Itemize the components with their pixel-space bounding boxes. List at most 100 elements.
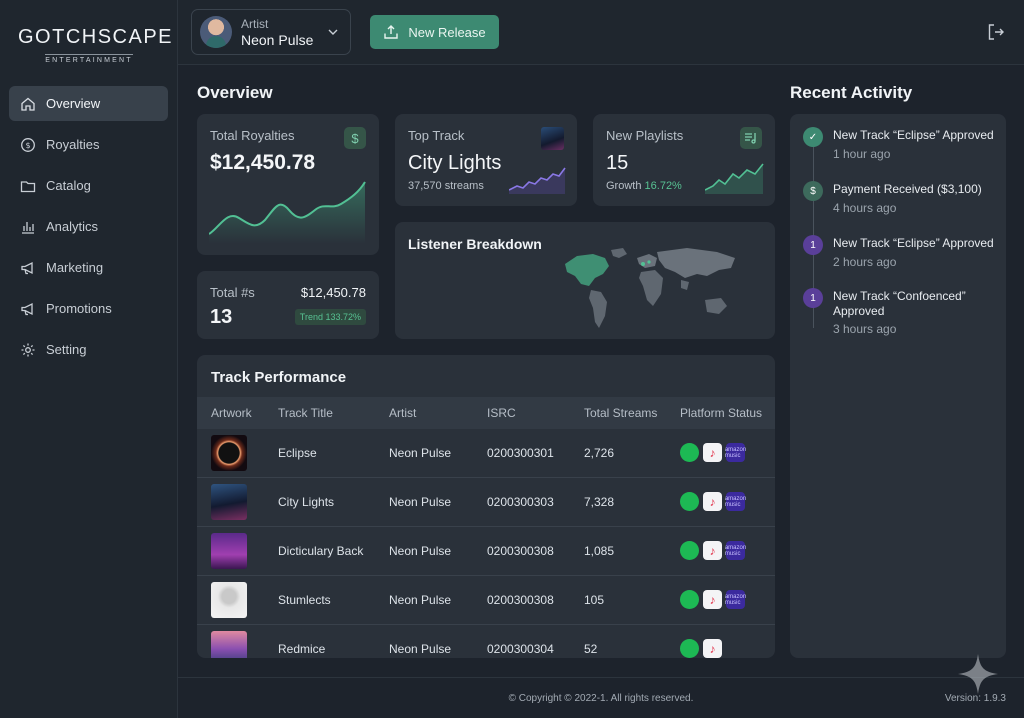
- track-artwork: [211, 484, 247, 520]
- track-title: Redmice: [278, 642, 326, 656]
- brand-logo[interactable]: GOTCHSCAPE ENTERTAINMENT: [18, 26, 174, 67]
- growth-row: Growth 16.72%: [606, 180, 682, 192]
- new-playlists-value: 15: [606, 152, 629, 174]
- track-artwork: [211, 533, 247, 569]
- upload-icon: [384, 25, 399, 39]
- spotify-icon[interactable]: [680, 541, 699, 560]
- sidebar: GOTCHSCAPE ENTERTAINMENT Overview $ Roya…: [0, 0, 178, 718]
- total-royalties-value: $12,450.78: [210, 151, 316, 174]
- column-header[interactable]: Platform Status: [680, 406, 762, 420]
- track-title: Stumlects: [278, 593, 331, 607]
- track-streams: 105: [584, 593, 605, 607]
- amazon-music-icon[interactable]: amazon music: [725, 590, 746, 609]
- spotify-icon[interactable]: [680, 492, 699, 511]
- copyright-text: © Copyright © 2022-1. All rights reserve…: [508, 693, 694, 704]
- artist-selector[interactable]: Artist Neon Pulse: [191, 9, 351, 55]
- spotify-icon[interactable]: [680, 443, 699, 462]
- track-artwork: [211, 631, 247, 658]
- spotify-icon[interactable]: [680, 590, 699, 609]
- apple-music-icon[interactable]: ♪: [703, 541, 722, 560]
- sidebar-item-marketing[interactable]: Marketing: [9, 250, 168, 285]
- activity-time: 2 hours ago: [833, 255, 897, 269]
- home-icon: [20, 96, 36, 112]
- total-count-card[interactable]: Total #s 13 $12,450.78 Trend 133.72%: [197, 271, 379, 339]
- apple-music-icon[interactable]: ♪: [703, 492, 722, 511]
- dollar-circle-icon: $: [20, 137, 36, 153]
- check-icon: ✓: [803, 127, 823, 147]
- top-track-streams: 37,570 streams: [408, 180, 484, 192]
- apple-music-icon[interactable]: ♪: [703, 443, 722, 462]
- listener-breakdown-card[interactable]: Listener Breakdown: [395, 222, 775, 339]
- svg-text:$: $: [25, 141, 30, 150]
- track-artwork: [211, 435, 247, 471]
- top-bar: Artist Neon Pulse New Release: [178, 0, 1024, 65]
- royalties-sparkline: [209, 181, 366, 244]
- activity-time: 3 hours ago: [833, 322, 897, 336]
- sidebar-item-overview[interactable]: Overview: [9, 86, 168, 121]
- table-row[interactable]: Eclipse Neon Pulse 0200300301 2,726 ♪ am…: [197, 429, 775, 478]
- total-count-value: 13: [210, 306, 233, 328]
- dollar-icon: $: [803, 181, 823, 201]
- track-title: Eclipse: [278, 446, 317, 460]
- brand-name: GOTCHSCAPE: [18, 26, 174, 48]
- logout-icon[interactable]: [986, 22, 1006, 42]
- apple-music-icon[interactable]: ♪: [703, 639, 722, 658]
- total-count-label: Total #s: [210, 285, 255, 300]
- top-track-sparkline: [509, 167, 566, 194]
- sidebar-item-label: Catalog: [46, 178, 91, 193]
- track-performance-title: Track Performance: [211, 369, 347, 386]
- bar-chart-icon: [20, 219, 36, 235]
- trend-badge: Trend 133.72%: [294, 309, 366, 325]
- track-artist: Neon Pulse: [389, 446, 452, 460]
- artist-name: Neon Pulse: [241, 31, 314, 48]
- table-row[interactable]: Stumlects Neon Pulse 0200300308 105 ♪ am…: [197, 576, 775, 625]
- table-row[interactable]: Redmice Neon Pulse 0200300304 52 ♪: [197, 625, 775, 658]
- total-count-amount: $12,450.78: [300, 285, 366, 300]
- spotify-icon[interactable]: [680, 639, 699, 658]
- top-track-label: Top Track: [408, 128, 465, 143]
- column-header[interactable]: Artist: [389, 406, 416, 420]
- amazon-music-icon[interactable]: amazon music: [725, 492, 746, 511]
- track-isrc: 0200300308: [487, 544, 554, 558]
- track-streams: 2,726: [584, 446, 615, 460]
- table-row[interactable]: City Lights Neon Pulse 0200300303 7,328 …: [197, 478, 775, 527]
- sidebar-item-setting[interactable]: Setting: [9, 332, 168, 367]
- activity-text: Payment Received ($3,100): [833, 182, 982, 196]
- dollar-icon: $: [344, 127, 366, 149]
- activity-time: 4 hours ago: [833, 201, 897, 215]
- folder-icon: [20, 178, 36, 194]
- amazon-music-icon[interactable]: amazon music: [725, 443, 746, 462]
- column-header[interactable]: Track Title: [278, 406, 333, 420]
- sidebar-item-royalties[interactable]: $ Royalties: [9, 127, 168, 162]
- sidebar-item-promotions[interactable]: Promotions: [9, 291, 168, 326]
- column-header[interactable]: Total Streams: [584, 406, 657, 420]
- world-map: [565, 248, 735, 328]
- growth-value: 16.72%: [644, 180, 682, 192]
- sidebar-item-analytics[interactable]: Analytics: [9, 209, 168, 244]
- new-playlists-label: New Playlists: [606, 128, 684, 143]
- top-track-value: City Lights: [408, 152, 502, 174]
- track-artist: Neon Pulse: [389, 642, 452, 656]
- top-track-card[interactable]: Top Track City Lights 37,570 streams: [395, 114, 577, 206]
- sidebar-item-catalog[interactable]: Catalog: [9, 168, 168, 203]
- column-header[interactable]: Artwork: [211, 406, 252, 420]
- apple-music-icon[interactable]: ♪: [703, 590, 722, 609]
- table-row[interactable]: Dicticulary Back Neon Pulse 0200300308 1…: [197, 527, 775, 576]
- top-track-artwork: [541, 127, 564, 150]
- new-release-button[interactable]: New Release: [370, 15, 499, 49]
- artist-label: Artist: [241, 16, 269, 31]
- total-royalties-label: Total Royalties: [210, 128, 295, 143]
- track-streams: 1,085: [584, 544, 615, 558]
- amazon-music-icon[interactable]: amazon music: [725, 541, 746, 560]
- total-royalties-card[interactable]: Total Royalties $12,450.78 $: [197, 114, 379, 255]
- sidebar-nav: Overview $ Royalties Catalog Analytics M…: [9, 86, 168, 373]
- track-isrc: 0200300303: [487, 495, 554, 509]
- overview-title: Overview: [197, 83, 273, 102]
- column-header[interactable]: ISRC: [487, 406, 516, 420]
- gear-icon: [20, 342, 36, 358]
- track-streams: 7,328: [584, 495, 615, 509]
- new-playlists-card[interactable]: New Playlists 15 Growth 16.72%: [593, 114, 775, 206]
- sidebar-item-label: Analytics: [46, 219, 99, 234]
- recent-activity-panel: ✓ New Track “Eclipse” Approved 1 hour ag…: [790, 114, 1006, 658]
- activity-text: New Track “Confoenced” Approved: [833, 289, 966, 318]
